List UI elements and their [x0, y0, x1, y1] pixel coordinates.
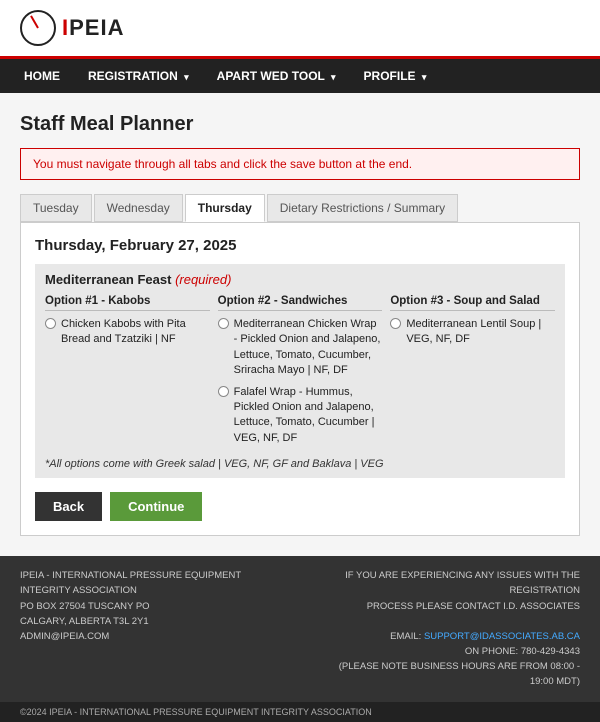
footer-po-box: PO BOX 27504 TUSCANY PO — [20, 599, 285, 614]
meal-footnote: *All options come with Greek salad | VEG… — [45, 458, 555, 470]
nav-registration[interactable]: REGISTRATION ▾ — [74, 59, 203, 93]
tabs: Tuesday Wednesday Thursday Dietary Restr… — [20, 194, 580, 222]
main-nav: HOME REGISTRATION ▾ APART WED TOOL ▾ PRO… — [0, 59, 600, 93]
footer-left: IPEIA - INTERNATIONAL PRESSURE EQUIPMENT… — [20, 568, 285, 690]
radio-kabobs[interactable] — [45, 318, 56, 329]
footer-city: CALGARY, ALBERTA T3L 2Y1 — [20, 614, 285, 629]
footer-org: IPEIA - INTERNATIONAL PRESSURE EQUIPMENT… — [20, 568, 285, 598]
caret-icon: ▾ — [331, 72, 336, 82]
nav-apart-web-tool[interactable]: APART WED TOOL ▾ — [203, 59, 350, 93]
meal-section: Mediterranean Feast (required) Option #1… — [35, 264, 565, 478]
radio-falafel-wrap[interactable] — [218, 386, 229, 397]
page-title: Staff Meal Planner — [20, 113, 580, 136]
caret-icon: ▾ — [184, 72, 189, 82]
logo-needle — [30, 15, 39, 28]
option-2-header: Option #2 - Sandwiches — [218, 295, 383, 311]
footer-support-hours: (PLEASE NOTE BUSINESS HOURS ARE FROM 08:… — [315, 659, 580, 689]
header: IPEIA — [0, 0, 600, 59]
continue-button[interactable]: Continue — [110, 492, 202, 521]
back-button[interactable]: Back — [35, 492, 102, 521]
option-col-3: Option #3 - Soup and Salad Mediterranean… — [390, 295, 555, 452]
option-2-item-1[interactable]: Mediterranean Chicken Wrap - Pickled Oni… — [218, 317, 383, 379]
footer-support-email: EMAIL: SUPPORT@IDASSOCIATES.AB.CA — [315, 629, 580, 644]
tab-thursday[interactable]: Thursday — [185, 194, 265, 222]
footer-support-line-2: PROCESS PLEASE CONTACT I.D. ASSOCIATES — [315, 599, 580, 614]
radio-lentil-soup[interactable] — [390, 318, 401, 329]
footer-support-line-1: IF YOU ARE EXPERIENCING ANY ISSUES WITH … — [315, 568, 580, 598]
footer-copyright: ©2024 IPEIA - INTERNATIONAL PRESSURE EQU… — [0, 702, 600, 722]
tab-wednesday[interactable]: Wednesday — [94, 194, 183, 222]
option-3-item-1[interactable]: Mediterranean Lentil Soup | VEG, NF, DF — [390, 317, 555, 348]
panel: Thursday, February 27, 2025 Mediterranea… — [20, 222, 580, 536]
logo-text: IPEIA — [62, 15, 124, 41]
tab-dietary[interactable]: Dietary Restrictions / Summary — [267, 194, 458, 222]
footer-right: IF YOU ARE EXPERIENCING ANY ISSUES WITH … — [315, 568, 580, 690]
option-1-item-1[interactable]: Chicken Kabobs with Pita Bread and Tzatz… — [45, 317, 210, 348]
footer-support-phone: ON PHONE: 780-429-4343 — [315, 644, 580, 659]
footer: IPEIA - INTERNATIONAL PRESSURE EQUIPMENT… — [0, 556, 600, 702]
main-content: Staff Meal Planner You must navigate thr… — [0, 93, 600, 556]
caret-icon: ▾ — [422, 72, 427, 82]
option-col-1: Option #1 - Kabobs Chicken Kabobs with P… — [45, 295, 210, 452]
tab-tuesday[interactable]: Tuesday — [20, 194, 92, 222]
option-2-item-2[interactable]: Falafel Wrap - Hummus, Pickled Onion and… — [218, 385, 383, 447]
logo: IPEIA — [20, 10, 124, 46]
button-row: Back Continue — [35, 492, 565, 521]
logo-icon — [20, 10, 56, 46]
panel-date: Thursday, February 27, 2025 — [35, 237, 565, 254]
nav-profile[interactable]: PROFILE ▾ — [350, 59, 441, 93]
alert-message: You must navigate through all tabs and c… — [20, 148, 580, 180]
options-grid: Option #1 - Kabobs Chicken Kabobs with P… — [45, 295, 555, 452]
meal-title: Mediterranean Feast (required) — [45, 272, 555, 287]
option-3-header: Option #3 - Soup and Salad — [390, 295, 555, 311]
radio-chicken-wrap[interactable] — [218, 318, 229, 329]
footer-email-link[interactable]: SUPPORT@IDASSOCIATES.AB.CA — [424, 631, 580, 642]
option-col-2: Option #2 - Sandwiches Mediterranean Chi… — [218, 295, 383, 452]
nav-home[interactable]: HOME — [10, 59, 74, 93]
footer-email: ADMIN@IPEIA.COM — [20, 629, 285, 644]
option-1-header: Option #1 - Kabobs — [45, 295, 210, 311]
footer-support-spacer — [315, 614, 580, 629]
